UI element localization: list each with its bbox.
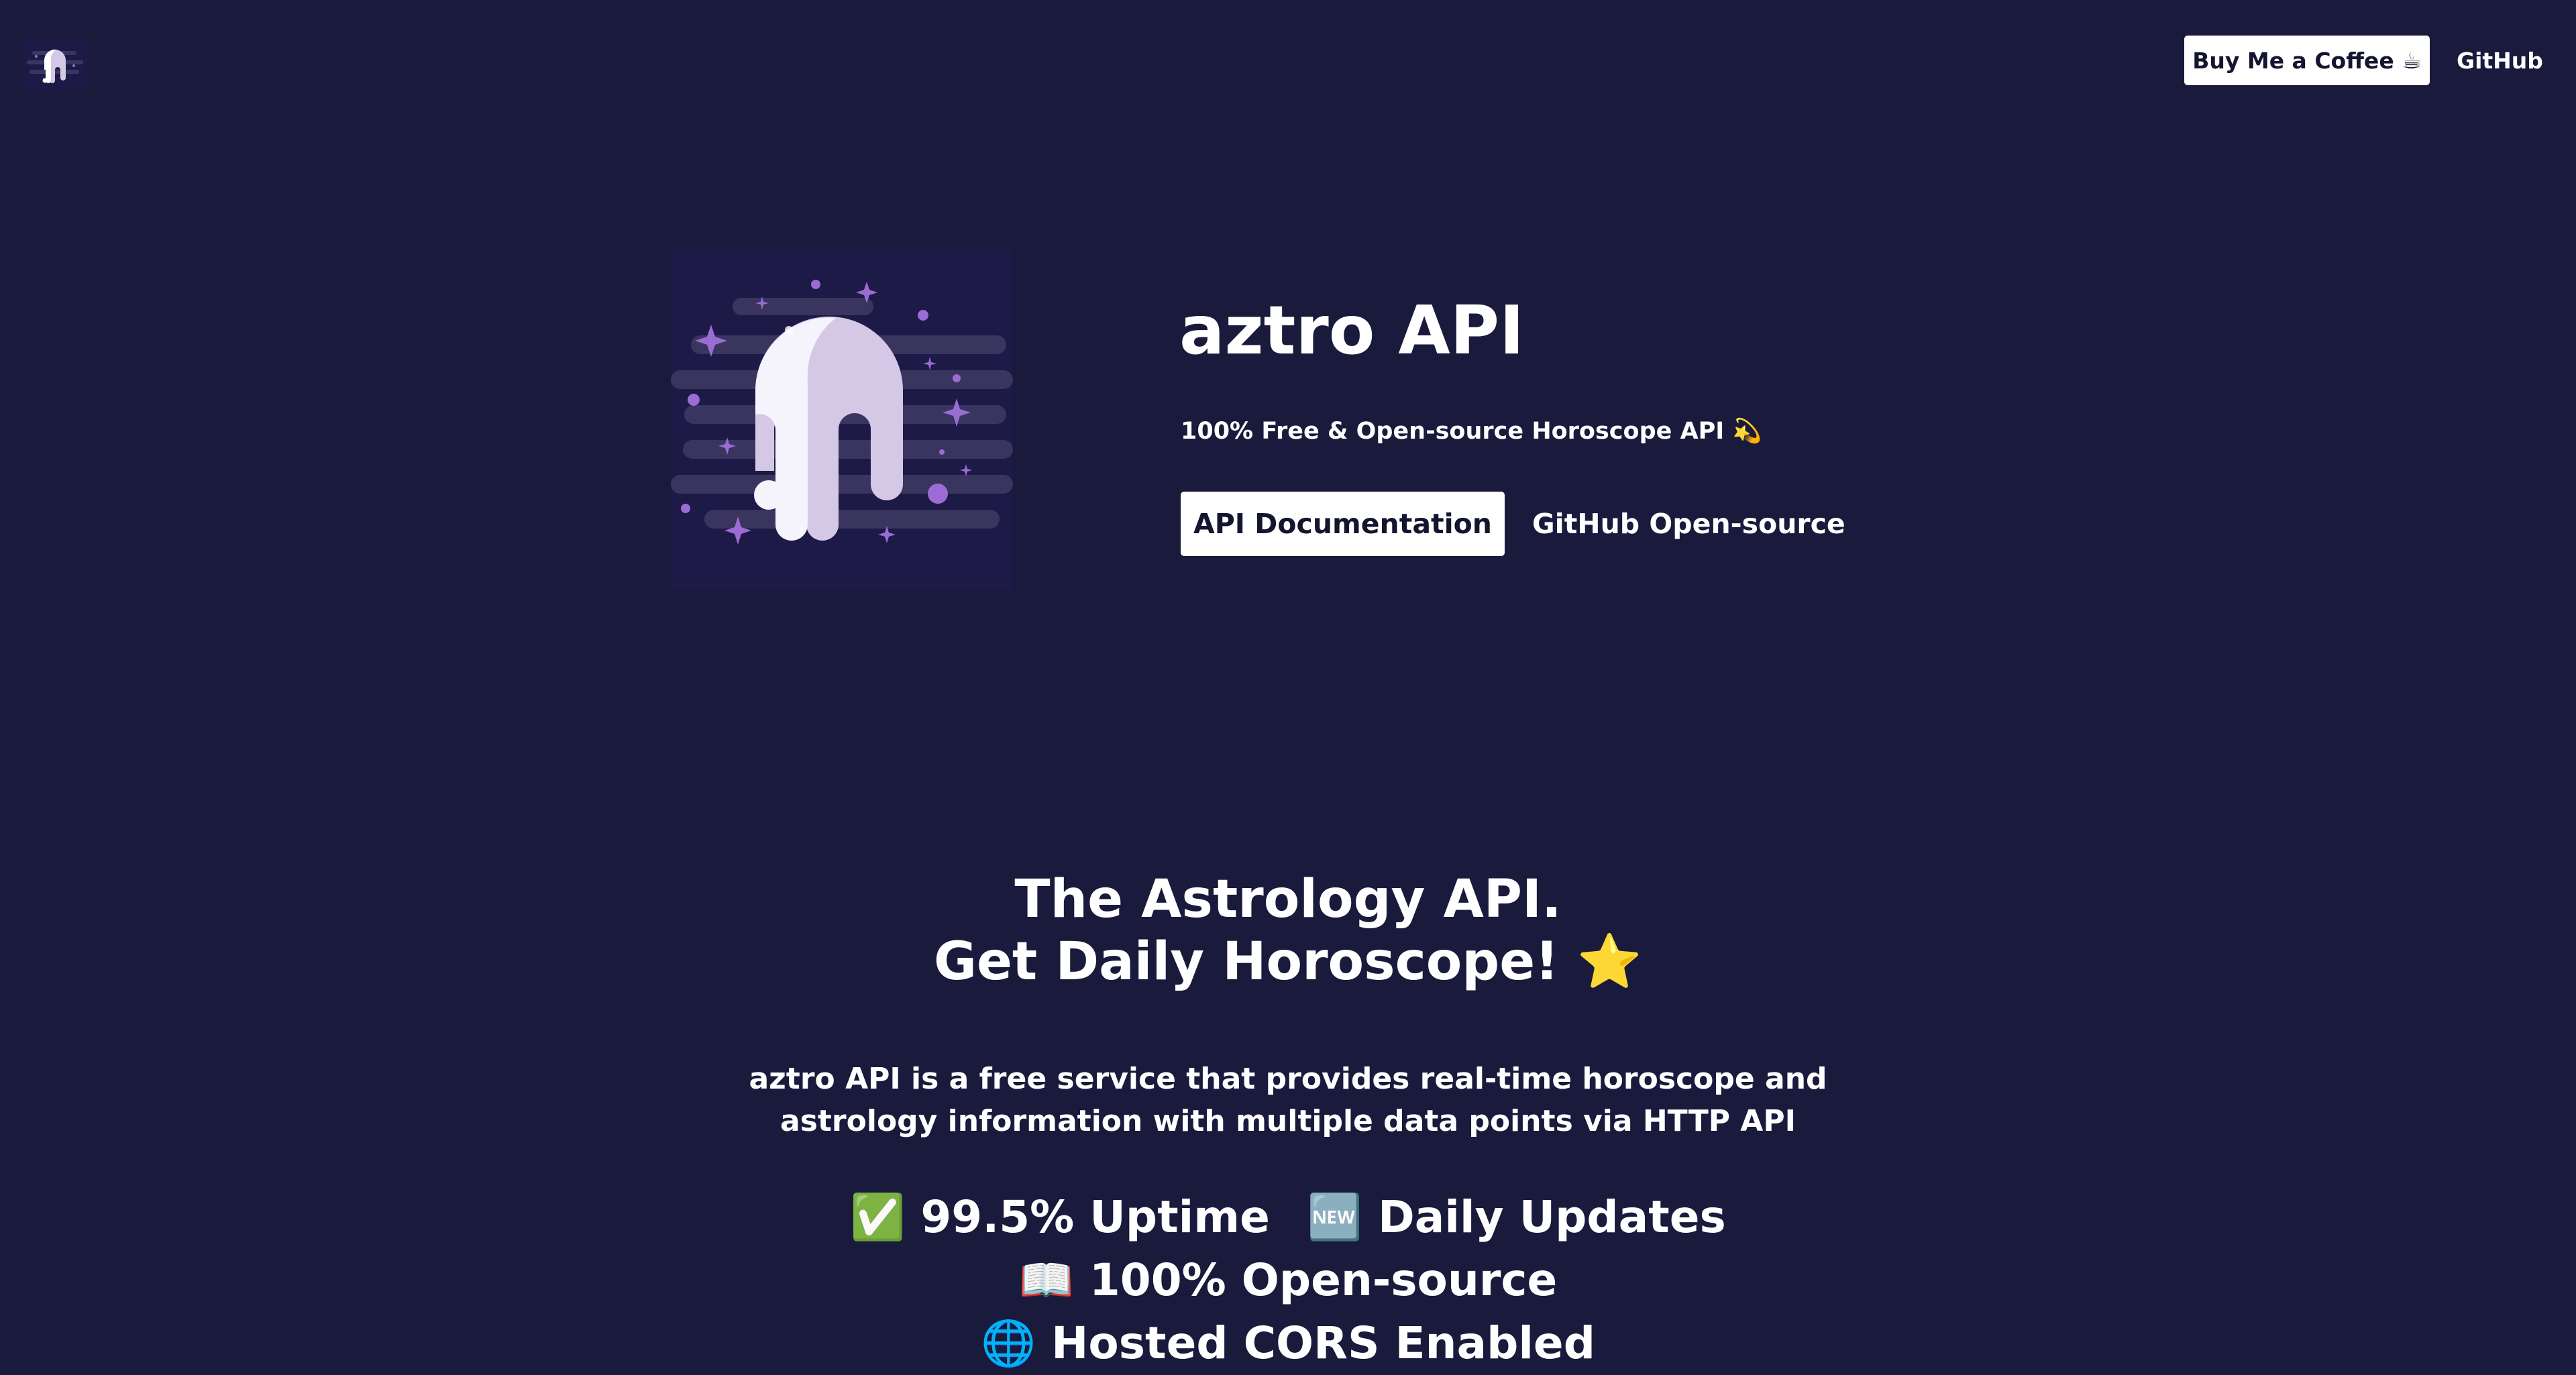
feature-row: 📖 100% Open-source <box>0 1249 2576 1312</box>
buy-me-a-coffee-button[interactable]: Buy Me a Coffee ☕ <box>2184 36 2430 85</box>
coffee-button-label: Buy Me a Coffee ☕ <box>2192 47 2422 74</box>
aztro-logo-icon[interactable] <box>23 40 87 89</box>
hero-title: aztro API <box>1179 291 1525 370</box>
feature-open-source: 📖 100% Open-source <box>1018 1254 1558 1306</box>
api-documentation-button[interactable]: API Documentation <box>1181 492 1505 556</box>
github-open-source-link[interactable]: GitHub Open-source <box>1532 502 1845 546</box>
section-description: aztro API is a free service that provide… <box>0 1058 2576 1142</box>
feature-row: 🌐 Hosted CORS Enabled <box>0 1312 2576 1375</box>
feature-row: ✅ 99.5% Uptime 🆕 Daily Updates <box>0 1186 2576 1249</box>
feature-daily-updates: 🆕 Daily Updates <box>1307 1191 1726 1243</box>
api-documentation-label: API Documentation <box>1193 508 1492 540</box>
hero-subtitle: 100% Free & Open-source Horoscope API 💫 <box>1181 418 1762 445</box>
top-navbar: Buy Me a Coffee ☕ GitHub <box>0 0 2576 127</box>
section-heading-line-2: Get Daily Horoscope! ⭐ <box>934 932 1642 992</box>
description-line-1: aztro API is a free service that provide… <box>749 1062 1827 1096</box>
github-nav-link[interactable]: GitHub <box>2457 42 2543 79</box>
section-heading-line-1: The Astrology API. <box>1014 869 1562 930</box>
description-line-2: astrology information with multiple data… <box>780 1104 1796 1138</box>
aztro-ghost-illustration-icon <box>671 250 1013 590</box>
github-nav-label: GitHub <box>2457 47 2543 74</box>
feature-uptime: ✅ 99.5% Uptime <box>850 1191 1270 1243</box>
feature-cors: 🌐 Hosted CORS Enabled <box>981 1317 1595 1369</box>
github-open-source-label: GitHub Open-source <box>1532 508 1845 540</box>
feature-list: ✅ 99.5% Uptime 🆕 Daily Updates 📖 100% Op… <box>0 1186 2576 1375</box>
section-heading: The Astrology API. Get Daily Horoscope! … <box>0 869 2576 993</box>
